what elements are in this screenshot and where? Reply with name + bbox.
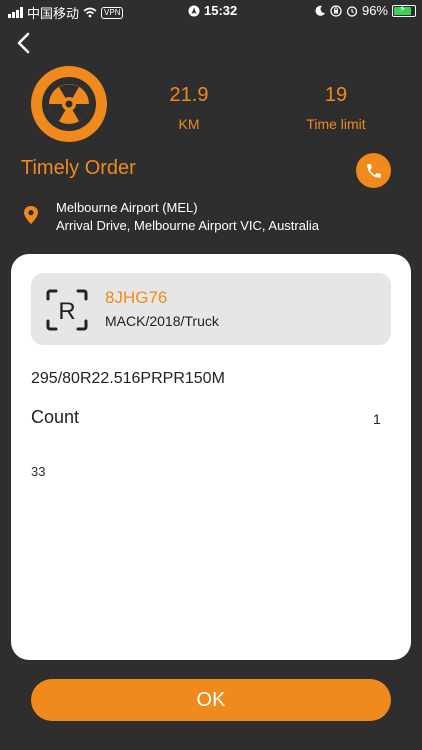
location-services-icon: [188, 5, 200, 16]
carrier-name: 中国移动: [27, 6, 80, 21]
wheel-badge: [31, 66, 107, 142]
time-limit-value: 19: [324, 84, 348, 106]
status-right: 96% ⚡: [315, 3, 416, 18]
status-bar: 中国移动 VPN 15:32 96% ⚡: [0, 0, 422, 22]
back-icon[interactable]: [14, 32, 34, 54]
vehicle-card: R 8JHG76 MACK/2018/Truck: [31, 273, 391, 345]
wheel-icon: [42, 77, 96, 131]
time-limit-stat: 19 Time limit: [296, 84, 376, 132]
vehicle-info: MACK/2018/Truck: [105, 313, 219, 329]
distance-stat: 21.9 KM: [157, 84, 221, 132]
battery-percent: 96%: [361, 3, 388, 18]
order-detail-card: R 8JHG76 MACK/2018/Truck 295/80R22.516PR…: [11, 254, 411, 660]
extra-value: 33: [31, 464, 46, 479]
plate-icon-letter: R: [58, 298, 75, 325]
count-value: 1: [373, 411, 381, 427]
ok-button[interactable]: OK: [31, 679, 391, 721]
time-limit-label: Time limit: [306, 116, 366, 132]
alarm-icon: [346, 5, 358, 17]
count-label: Count: [31, 407, 80, 427]
phone-icon: [366, 163, 381, 178]
distance-value: 21.9: [169, 84, 209, 106]
location-pin-icon: [24, 206, 38, 224]
wifi-icon: [83, 7, 97, 18]
license-plate-icon: R: [46, 289, 88, 331]
status-time: 15:32: [204, 3, 238, 18]
order-title: Timely Order: [21, 157, 136, 179]
signal-icon: [8, 7, 23, 18]
vpn-badge: VPN: [101, 6, 124, 19]
location-block: Melbourne Airport (MEL) Arrival Drive, M…: [56, 199, 319, 235]
moon-icon: [315, 5, 325, 16]
distance-unit: KM: [178, 116, 200, 132]
tire-spec: 295/80R22.516PRPR150M: [31, 370, 225, 387]
orientation-lock-icon: [330, 4, 342, 17]
license-plate: 8JHG76: [105, 288, 168, 307]
location-address: Arrival Drive, Melbourne Airport VIC, Au…: [56, 218, 319, 233]
location-name: Melbourne Airport (MEL): [56, 200, 198, 215]
status-left: 中国移动 VPN: [8, 3, 124, 22]
call-button[interactable]: [356, 153, 391, 188]
status-center: 15:32: [188, 3, 237, 18]
battery-icon: ⚡: [392, 4, 416, 17]
